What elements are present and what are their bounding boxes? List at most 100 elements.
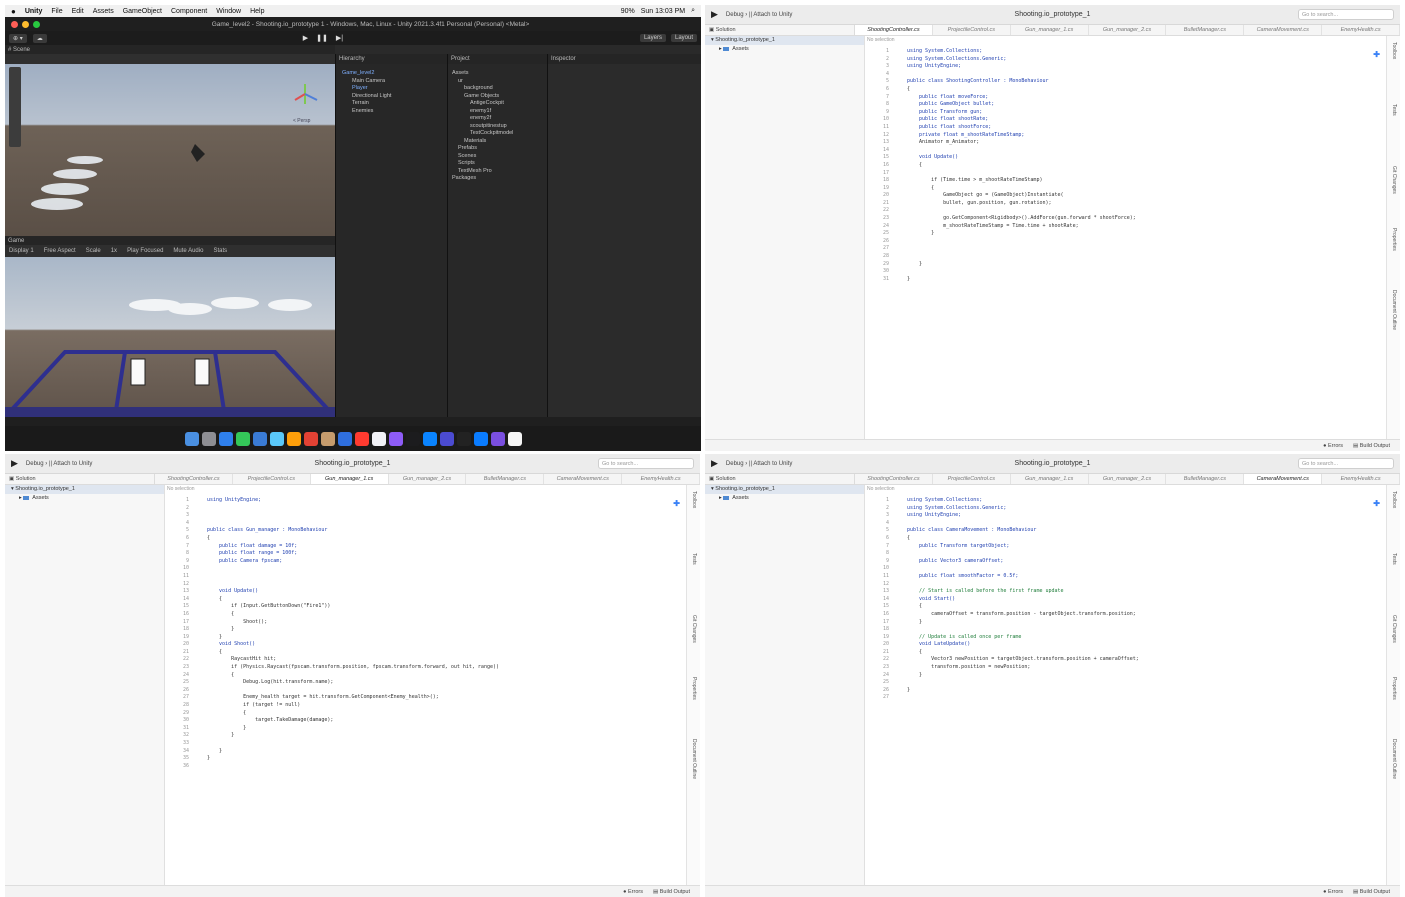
project-item[interactable]: TestCockpitmodel — [452, 130, 513, 138]
code-line[interactable]: } — [907, 276, 1382, 284]
file-tab[interactable]: EnemyHealth.cs — [1322, 25, 1400, 35]
code-line[interactable]: } — [907, 672, 1382, 680]
zoom-icon[interactable] — [422, 431, 437, 446]
code-line[interactable]: { — [207, 649, 682, 657]
project-item[interactable]: Packages — [452, 175, 513, 183]
code-line[interactable] — [907, 207, 1382, 215]
code-line[interactable]: public Vector3 cameraOffset; — [907, 558, 1382, 566]
finder-icon[interactable] — [184, 431, 199, 446]
code-line[interactable]: } — [207, 626, 682, 634]
project-tab[interactable]: Project — [448, 54, 548, 64]
project-item[interactable]: TextMesh Pro — [452, 168, 513, 176]
menu-file[interactable]: File — [51, 8, 62, 15]
code-line[interactable]: Animator m_Animator; — [907, 139, 1382, 147]
file-tab[interactable]: ShootingController.cs — [855, 474, 933, 484]
code-line[interactable]: { — [907, 535, 1382, 543]
file-tab[interactable]: EnemyHealth.cs — [622, 474, 700, 484]
code-line[interactable] — [907, 626, 1382, 634]
reminders-icon[interactable] — [371, 431, 386, 446]
scene-persp-label[interactable]: < Persp — [293, 118, 310, 124]
code-line[interactable]: { — [207, 535, 682, 543]
code-line[interactable]: RaycastHit hit; — [207, 656, 682, 664]
project-item[interactable]: background — [452, 85, 513, 93]
file-tab[interactable]: ShootingController.cs — [855, 25, 933, 35]
scene-tools-palette[interactable] — [9, 67, 21, 147]
hierarchy-tab[interactable]: Hierarchy — [336, 54, 448, 64]
run-configuration[interactable]: Debug › || Attach to Unity — [726, 461, 793, 467]
code-line[interactable]: Vector3 newPosition = targetObject.trans… — [907, 656, 1382, 664]
file-tab[interactable]: BulletManager.cs — [1166, 474, 1245, 484]
rail-toolbox[interactable]: Toolbox — [691, 491, 697, 508]
code-line[interactable]: } — [907, 687, 1382, 695]
menu-component[interactable]: Component — [171, 8, 207, 15]
run-icon[interactable]: ▶ — [711, 458, 718, 469]
code-line[interactable]: void Shoot() — [207, 641, 682, 649]
rail-document-outline[interactable]: Document Outline — [691, 739, 697, 779]
display-dropdown[interactable]: Display 1 — [9, 248, 34, 254]
code-line[interactable]: // Update is called once per frame — [907, 634, 1382, 642]
code-line[interactable] — [207, 565, 682, 573]
hierarchy-item[interactable]: Terrain — [342, 100, 391, 108]
code-line[interactable] — [207, 573, 682, 581]
file-tab[interactable]: Gun_manager_2.cs — [1089, 474, 1167, 484]
build-output-button[interactable]: ▤ Build Output — [1353, 443, 1390, 449]
code-line[interactable] — [207, 520, 682, 528]
file-tab[interactable]: BulletManager.cs — [466, 474, 545, 484]
search-field[interactable]: Go to search... — [1298, 458, 1394, 469]
chrome-icon[interactable] — [303, 431, 318, 446]
file-tab[interactable]: CameraMovement.cs — [1244, 25, 1323, 35]
appstore-icon[interactable] — [337, 431, 352, 446]
code-line[interactable]: using System.Collections.Generic; — [907, 56, 1382, 64]
rail-git-changes[interactable]: Git Changes — [1391, 166, 1397, 194]
code-line[interactable]: if (Input.GetButtonDown("Fire1")) — [207, 603, 682, 611]
hierarchy-item[interactable]: Player — [342, 85, 391, 93]
xcode-icon[interactable] — [473, 431, 488, 446]
hierarchy-item[interactable]: Enemies — [342, 108, 391, 116]
close-window-icon[interactable] — [11, 20, 18, 28]
code-line[interactable]: { — [907, 649, 1382, 657]
errors-button[interactable]: ● Errors — [1323, 443, 1343, 449]
file-tab[interactable]: ProjectileControl.cs — [933, 25, 1011, 35]
play-icon[interactable]: ▶ — [303, 34, 308, 42]
project-item[interactable]: ur — [452, 78, 513, 86]
file-tab[interactable]: CameraMovement.cs — [1244, 474, 1323, 484]
code-editor[interactable]: No selection ✚ 1 2 3 4 5 6 7 8 9 10 11 12 13 14 15 16 17… — [865, 36, 1386, 439]
stats-toggle[interactable]: Stats — [213, 248, 227, 254]
visual-studio-icon[interactable] — [490, 431, 505, 446]
run-icon[interactable]: ▶ — [11, 458, 18, 469]
code-line[interactable]: using UnityEngine; — [907, 512, 1382, 520]
file-tab[interactable]: EnemyHealth.cs — [1322, 474, 1400, 484]
code-line[interactable]: bullet, gun.position, gun.rotation); — [907, 200, 1382, 208]
code-line[interactable]: cameraOffset = transform.position - targ… — [907, 611, 1382, 619]
mail-icon[interactable] — [252, 431, 267, 446]
file-tab[interactable]: Gun_manager_1.cs — [1011, 474, 1089, 484]
code-line[interactable]: public class Gun_manager : MonoBehaviour — [207, 527, 682, 535]
maps-icon[interactable] — [269, 431, 284, 446]
rail-properties[interactable]: Properties — [691, 677, 697, 700]
code-line[interactable]: { — [907, 86, 1382, 94]
menu-gameobject[interactable]: GameObject — [123, 8, 162, 15]
assets-folder[interactable]: ▸ Assets — [705, 45, 864, 54]
file-tab[interactable]: ShootingController.cs — [155, 474, 233, 484]
code-line[interactable]: } — [207, 725, 682, 733]
assets-folder[interactable]: ▸ Assets — [705, 494, 864, 503]
code-line[interactable]: transform.position = newPosition; — [907, 664, 1382, 672]
assets-folder[interactable]: ▸ Assets — [5, 494, 164, 503]
minimize-window-icon[interactable] — [22, 20, 29, 28]
code-line[interactable]: public float shootForce; — [907, 124, 1382, 132]
step-icon[interactable]: ▶| — [336, 34, 343, 42]
teams-icon[interactable] — [439, 431, 454, 446]
code-line[interactable]: m_shootRateTimeStamp = Time.time + shoot… — [907, 223, 1382, 231]
code-line[interactable]: if (Time.time > m_shootRateTimeStamp) — [907, 177, 1382, 185]
code-line[interactable]: void Update() — [907, 154, 1382, 162]
mute-audio-toggle[interactable]: Mute Audio — [173, 248, 203, 254]
rail-properties[interactable]: Properties — [1391, 228, 1397, 251]
code-line[interactable] — [907, 694, 1382, 702]
code-line[interactable]: { — [207, 596, 682, 604]
code-line[interactable]: } — [207, 748, 682, 756]
code-editor[interactable]: No selection ✚ 1 2 3 4 5 6 7 8 9 10 11 12 13 14 15 16 17… — [165, 485, 686, 885]
code-line[interactable] — [207, 581, 682, 589]
code-line[interactable]: } — [907, 230, 1382, 238]
code-line[interactable]: public float range = 100f; — [207, 550, 682, 558]
rail-properties[interactable]: Properties — [1391, 677, 1397, 700]
